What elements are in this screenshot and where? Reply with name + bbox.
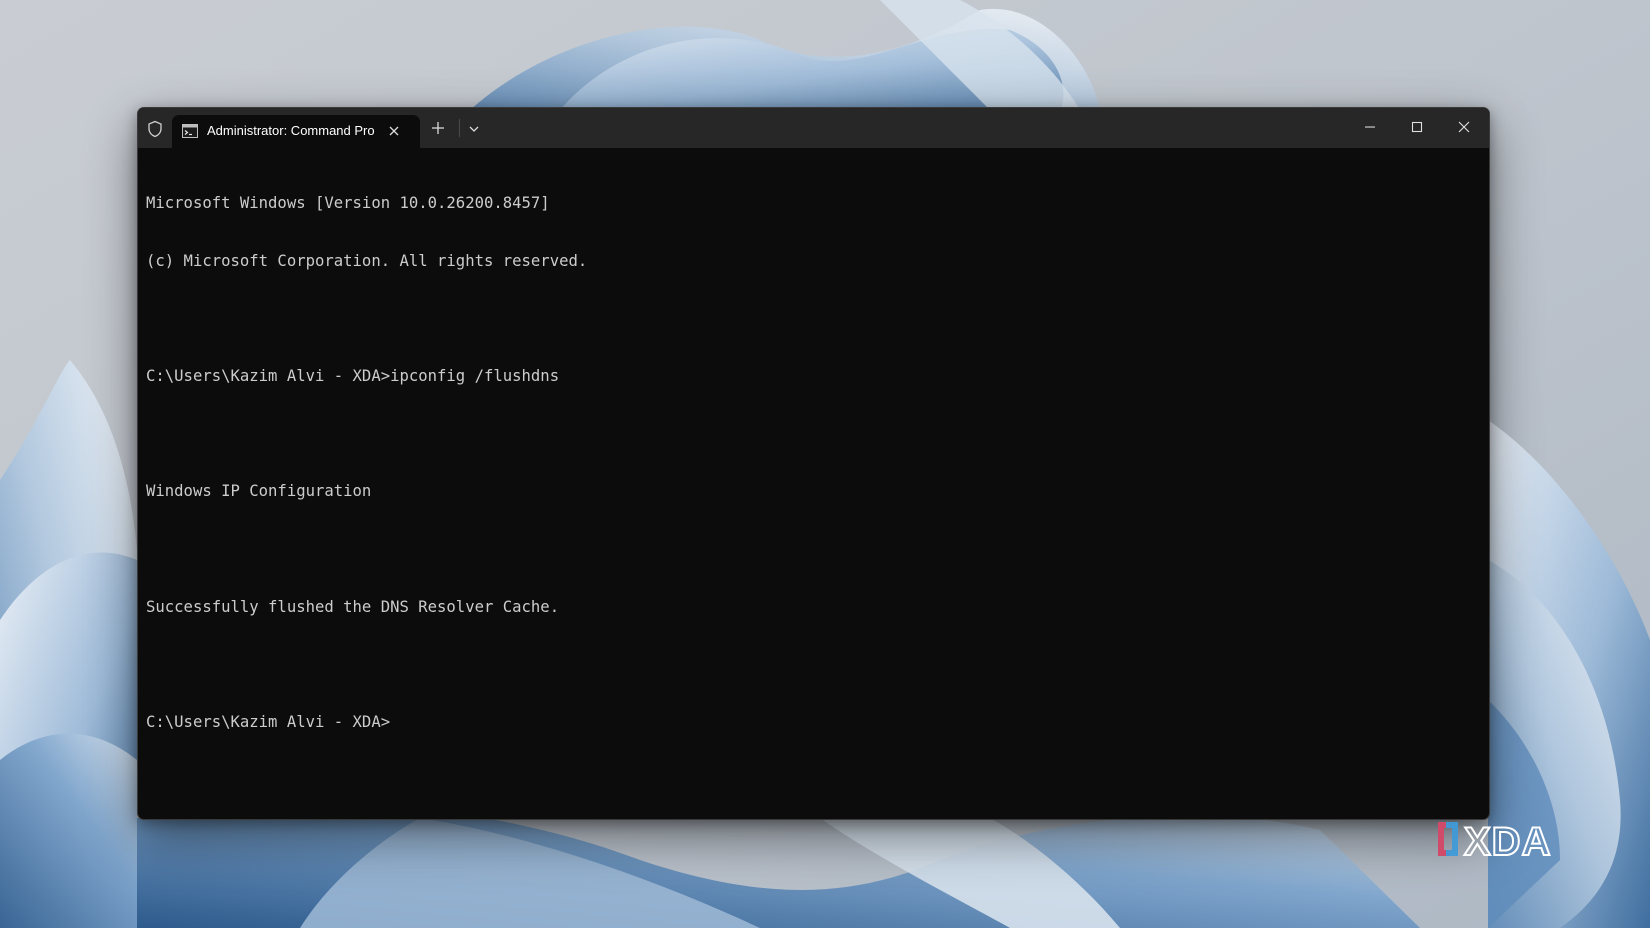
console-line: C:\Users\Kazim Alvi - XDA>ipconfig /flus… <box>146 367 560 386</box>
divider <box>459 119 460 137</box>
console-line: Windows IP Configuration <box>146 482 372 501</box>
console-line: (c) Microsoft Corporation. All rights re… <box>146 252 588 270</box>
shield-icon <box>148 120 162 138</box>
tab-command-prompt[interactable]: Administrator: Command Pro <box>172 115 420 148</box>
terminal-icon <box>182 124 198 138</box>
tab-title: Administrator: Command Pro <box>207 123 375 138</box>
title-bar[interactable]: Administrator: Command Pro <box>138 108 1489 148</box>
maximize-button[interactable] <box>1394 108 1440 148</box>
close-window-button[interactable] <box>1441 108 1487 148</box>
close-icon[interactable] <box>386 123 402 139</box>
chevron-down-icon[interactable] <box>466 121 482 137</box>
plus-icon[interactable] <box>430 120 446 136</box>
console-prompt-line: C:\Users\Kazim Alvi - XDA> <box>146 712 391 731</box>
console-output[interactable]: Microsoft Windows [Version 10.0.26200.84… <box>146 156 1476 806</box>
minimize-icon <box>1365 126 1375 128</box>
console-line: Microsoft Windows [Version 10.0.26200.84… <box>146 194 550 213</box>
xda-wordmark: XDA <box>1464 820 1551 862</box>
minimize-button[interactable] <box>1347 108 1393 148</box>
console-line: Successfully flushed the DNS Resolver Ca… <box>146 597 560 616</box>
maximize-icon <box>1411 121 1423 133</box>
close-icon <box>1458 121 1470 133</box>
terminal-window: Administrator: Command Pro Microsoft Win… <box>137 107 1490 820</box>
xda-logo: XDA <box>1438 819 1551 862</box>
